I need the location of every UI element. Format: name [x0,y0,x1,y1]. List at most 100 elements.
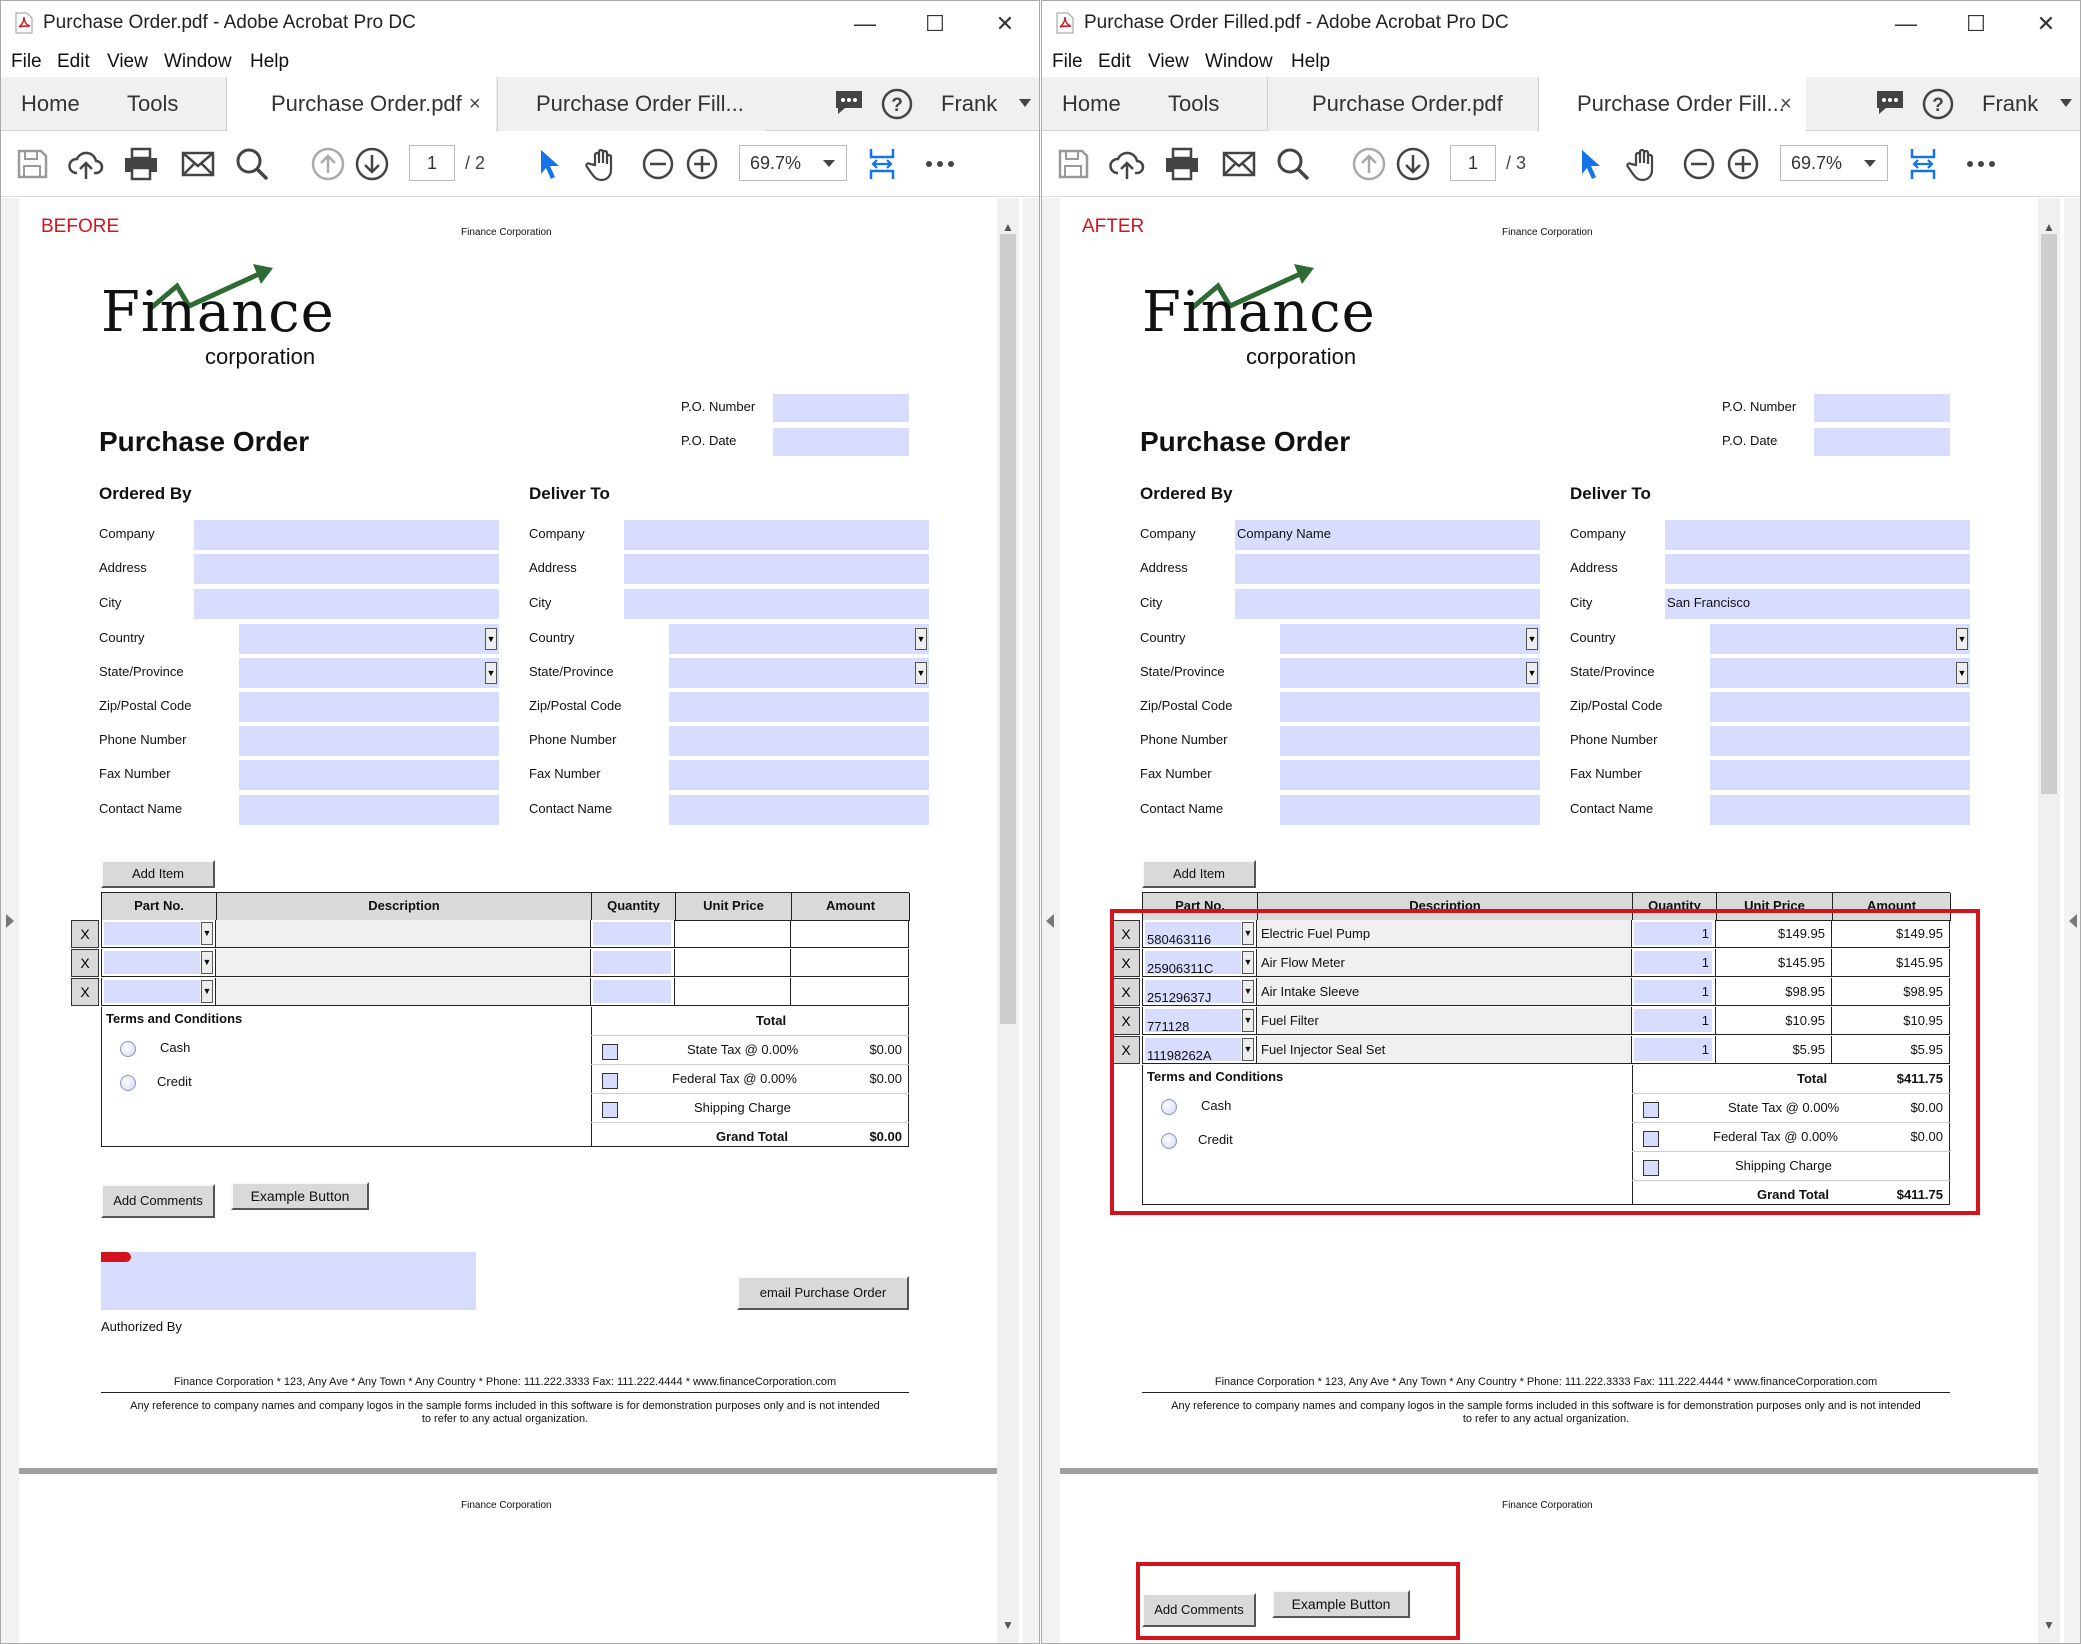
po-date-field[interactable] [773,428,909,456]
part-number-cell[interactable]: ▼ [101,920,216,948]
ordered-address-field[interactable] [194,554,499,584]
deliver-state-field[interactable]: ▼ [1710,658,1970,688]
part-dropdown-icon[interactable]: ▼ [201,922,213,945]
delete-row-button[interactable]: X [71,978,99,1006]
quantity-field[interactable] [593,951,671,974]
deliver-country-field[interactable]: ▼ [1710,624,1970,654]
scroll-up-icon[interactable]: ▲ [1002,220,1014,234]
scroll-down-icon[interactable]: ▼ [2043,1618,2055,1632]
part-number-field[interactable] [104,980,200,1003]
scrollbar-thumb[interactable] [2041,234,2057,794]
deliver-company-field[interactable] [1665,520,1970,550]
zoom-in-icon[interactable] [1724,145,1762,183]
page-number-input[interactable]: 1 [1450,145,1496,181]
tab-tools[interactable]: Tools [127,77,178,131]
menu-view[interactable]: View [1148,51,1189,73]
ordered-company-field[interactable]: Company Name [1235,520,1540,550]
comment-icon[interactable] [833,89,865,117]
print-icon[interactable] [1163,145,1201,183]
deliver-country-dropdown-icon[interactable]: ▼ [915,628,927,650]
ordered-state-field[interactable]: ▼ [1280,658,1540,688]
ordered-fax-field[interactable] [1280,760,1540,790]
deliver-company-field[interactable] [624,520,929,550]
deliver-contact-field[interactable] [1710,795,1970,825]
federal_tax-checkbox[interactable] [602,1073,618,1089]
add-item-button[interactable]: Add Item [1142,860,1256,888]
ordered-state-field[interactable]: ▼ [239,658,499,688]
delete-row-button[interactable]: X [71,920,99,948]
deliver-fax-field[interactable] [669,760,929,790]
vertical-scrollbar[interactable]: ▲ ▼ [997,198,1019,1643]
ordered-contact-field[interactable] [1280,795,1540,825]
example-button[interactable]: Example Button [231,1182,369,1210]
page-number-input[interactable]: 1 [409,145,455,181]
zoom-dropdown-icon[interactable] [1864,160,1876,167]
minimize-button[interactable]: — [837,7,893,41]
deliver-country-dropdown-icon[interactable]: ▼ [1956,628,1968,650]
part-dropdown-icon[interactable]: ▼ [201,951,213,974]
deliver-state-dropdown-icon[interactable]: ▼ [915,662,927,684]
add-item-button[interactable]: Add Item [101,860,215,888]
menu-help[interactable]: Help [1291,51,1330,73]
tab-close-icon[interactable]: × [1780,77,1792,131]
previous-page-icon[interactable] [309,145,347,183]
deliver-city-field[interactable]: San Francisco [1665,589,1970,619]
minimize-button[interactable]: — [1878,7,1934,41]
chevron-down-icon[interactable] [2060,99,2072,107]
ordered-contact-field[interactable] [239,795,499,825]
deliver-phone-field[interactable] [1710,726,1970,756]
deliver-address-field[interactable] [1665,554,1970,584]
delete-row-button[interactable]: X [71,949,99,977]
fit-width-icon[interactable] [863,145,901,183]
deliver-address-field[interactable] [624,554,929,584]
ordered-city-field[interactable] [194,589,499,619]
more-options-icon[interactable] [921,145,959,183]
cloud-upload-icon[interactable] [67,145,105,183]
search-icon[interactable] [1274,145,1312,183]
zoom-out-icon[interactable] [1680,145,1718,183]
deliver-contact-field[interactable] [669,795,929,825]
menu-help[interactable]: Help [250,51,289,73]
po-number-field[interactable] [1814,394,1950,422]
deliver-state-dropdown-icon[interactable]: ▼ [1956,662,1968,684]
deliver-zip-field[interactable] [1710,692,1970,722]
email-icon[interactable] [179,145,217,183]
chevron-down-icon[interactable] [1019,99,1031,107]
next-page-icon[interactable] [353,145,391,183]
fit-width-icon[interactable] [1904,145,1942,183]
credit-radio[interactable] [120,1075,136,1091]
tab-purchase-order-filled[interactable]: Purchase Order Fill... [497,77,765,131]
part-number-cell[interactable]: ▼ [101,978,216,1006]
menu-file[interactable]: File [1052,51,1083,73]
deliver-fax-field[interactable] [1710,760,1970,790]
menu-edit[interactable]: Edit [57,51,90,73]
maximize-button[interactable]: ☐ [1948,7,2004,41]
ordered-zip-field[interactable] [239,692,499,722]
ordered-state-dropdown-icon[interactable]: ▼ [485,662,497,684]
scrollbar-thumb[interactable] [1000,234,1016,1024]
document-area[interactable]: AFTER Finance Corporation Finance corporati… [1042,198,2080,1643]
more-options-icon[interactable] [1962,145,2000,183]
tab-purchase-order[interactable]: Purchase Order.pdf [226,77,496,132]
previous-page-icon[interactable] [1350,145,1388,183]
menu-window[interactable]: Window [1205,51,1273,73]
po-date-field[interactable] [1814,428,1950,456]
deliver-phone-field[interactable] [669,726,929,756]
deliver-country-field[interactable]: ▼ [669,624,929,654]
search-icon[interactable] [233,145,271,183]
deliver-state-field[interactable]: ▼ [669,658,929,688]
hand-tool-icon[interactable] [585,145,623,183]
ordered-city-field[interactable] [1235,589,1540,619]
help-icon[interactable]: ? [1922,88,1954,120]
ordered-zip-field[interactable] [1280,692,1540,722]
menu-view[interactable]: View [107,51,148,73]
save-icon[interactable] [13,145,51,183]
tab-purchase-order[interactable]: Purchase Order.pdf [1267,77,1537,131]
quantity-cell[interactable] [591,949,675,977]
ordered-country-dropdown-icon[interactable]: ▼ [1526,628,1538,650]
user-name[interactable]: Frank [941,77,997,131]
scroll-down-icon[interactable]: ▼ [1002,1618,1014,1632]
menu-edit[interactable]: Edit [1098,51,1131,73]
menu-window[interactable]: Window [164,51,232,73]
next-page-icon[interactable] [1394,145,1432,183]
